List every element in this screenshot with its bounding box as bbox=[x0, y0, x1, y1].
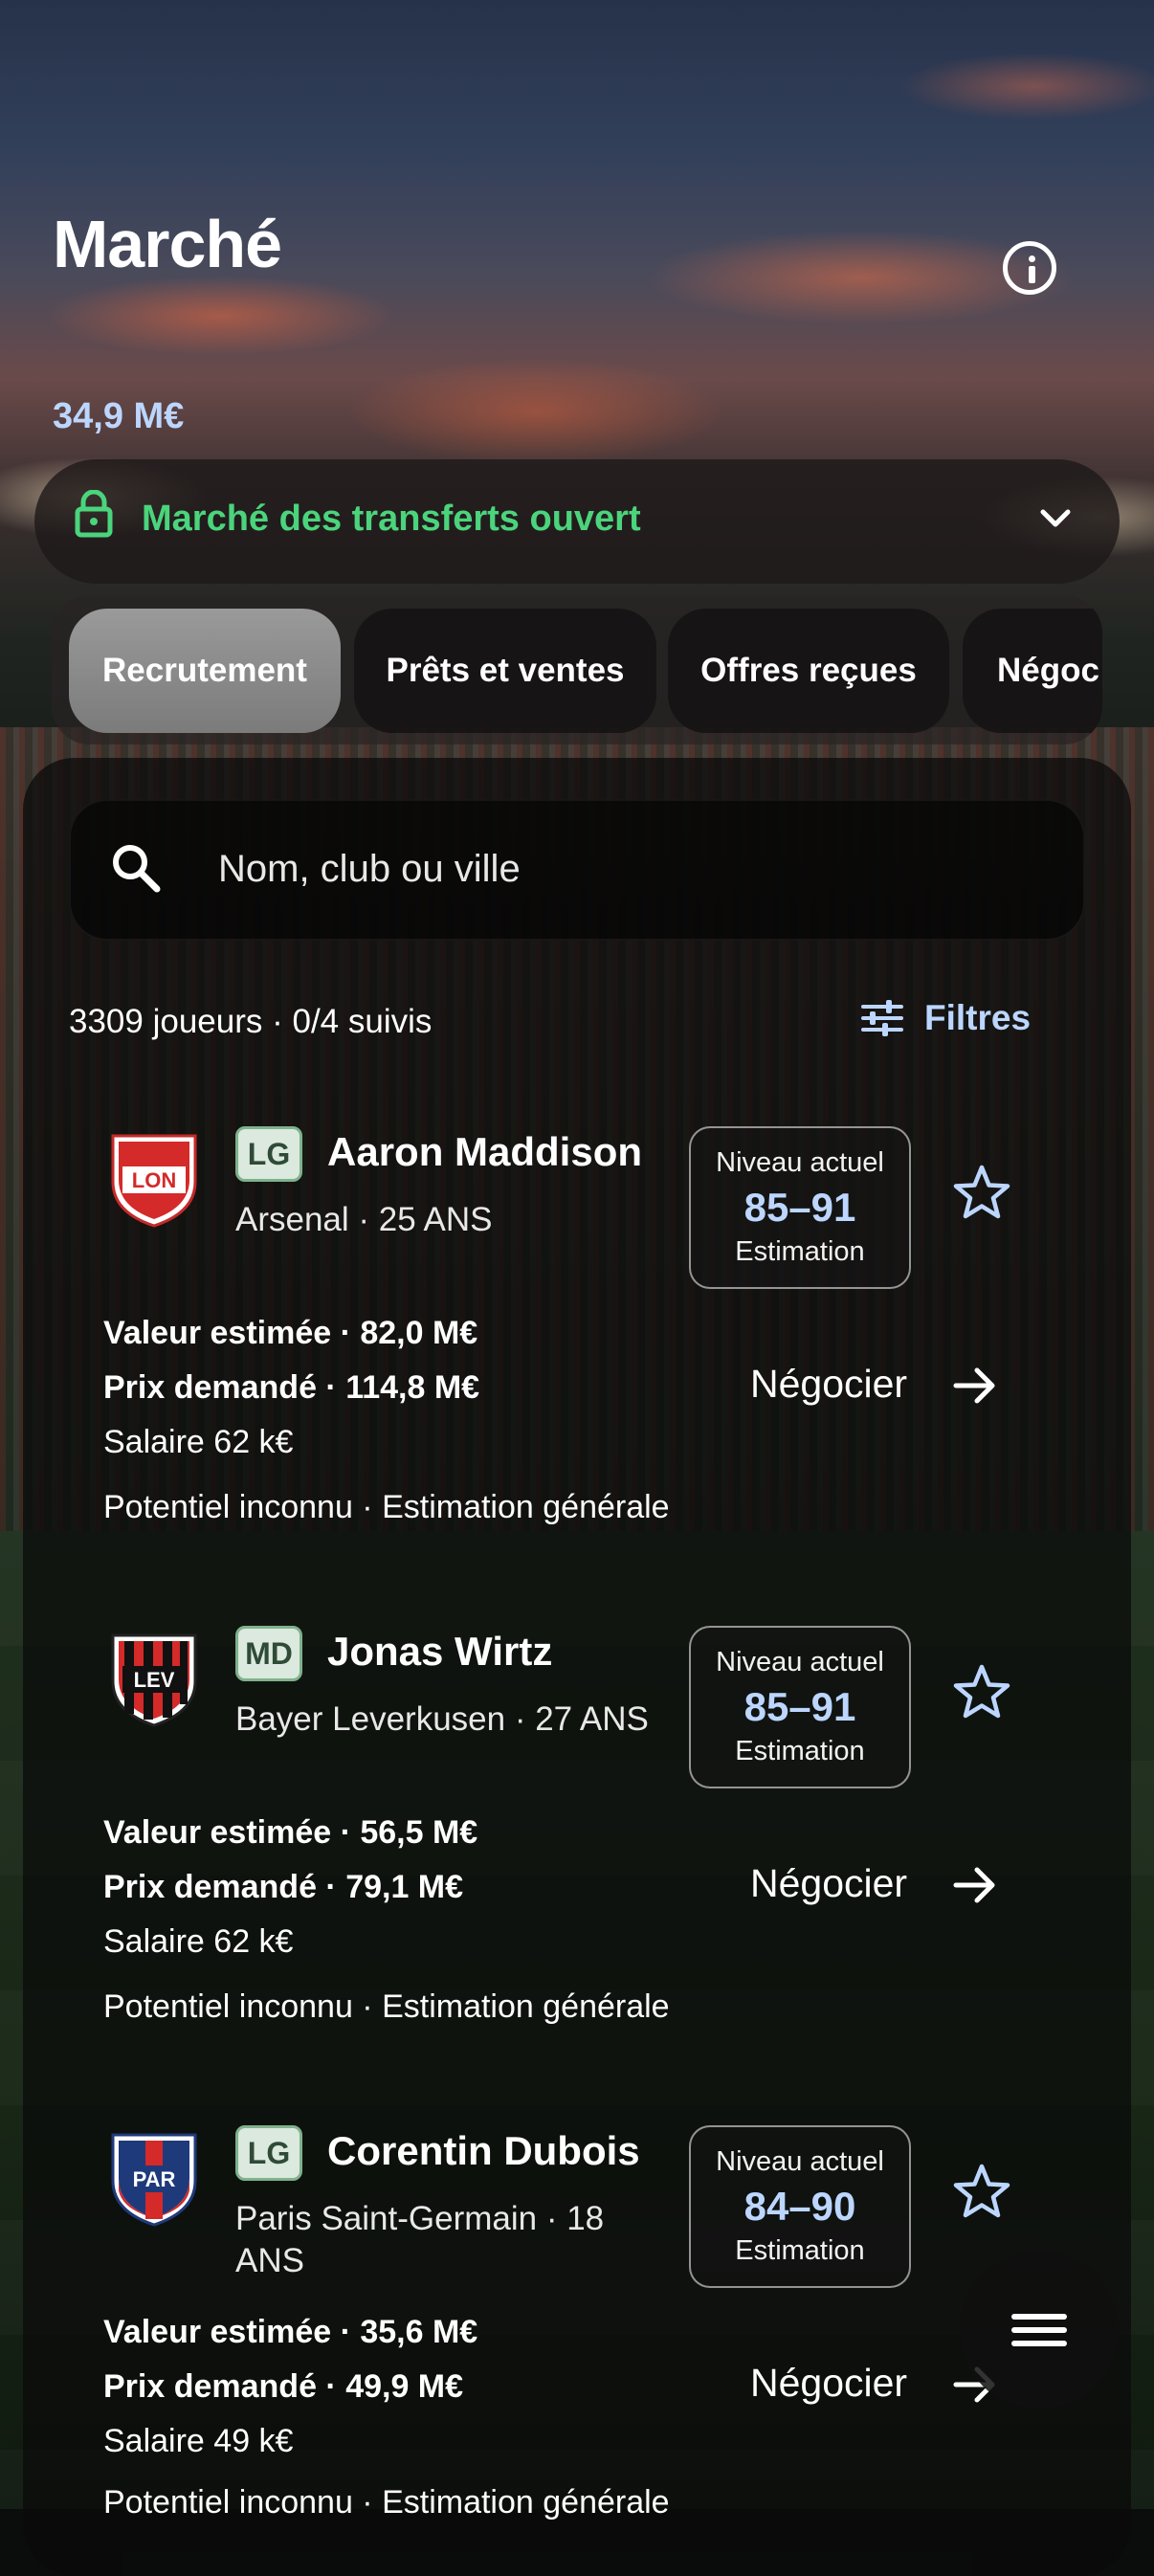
svg-text:LON: LON bbox=[132, 1168, 176, 1192]
player-count: 3309 joueurs · 0/4 suivis bbox=[69, 1003, 433, 1040]
arrow-right-icon[interactable] bbox=[952, 1366, 998, 1405]
club-crest-icon: PAR bbox=[111, 2133, 197, 2227]
position-badge: MD bbox=[235, 1626, 302, 1681]
salary: Salaire 62 k€ bbox=[103, 1923, 294, 1960]
level-title: Niveau actuel bbox=[716, 1147, 884, 1178]
svg-text:PAR: PAR bbox=[133, 2167, 176, 2191]
club-crest-icon: LON bbox=[111, 1134, 197, 1228]
market-status-label: Marché des transferts ouvert bbox=[142, 499, 641, 539]
level-range: 85–91 bbox=[743, 1185, 856, 1230]
negotiate-button[interactable]: Négocier bbox=[750, 1362, 907, 1407]
star-icon[interactable] bbox=[951, 1662, 1012, 1723]
sliders-icon bbox=[861, 1000, 903, 1036]
potential: Potentiel inconnu · Estimation générale bbox=[103, 1988, 670, 2025]
position-badge: LG bbox=[235, 2125, 302, 2181]
page-title: Marché bbox=[53, 207, 282, 281]
chevron-down-icon[interactable] bbox=[1038, 507, 1073, 530]
club-crest-icon: LEV bbox=[111, 1633, 197, 1727]
player-club-age: Arsenal · 25 ANS bbox=[235, 1201, 493, 1238]
level-range: 85–91 bbox=[743, 1684, 856, 1729]
search-icon bbox=[113, 845, 161, 893]
lock-open-icon bbox=[75, 490, 113, 538]
level-box: Niveau actuel 85–91 Estimation bbox=[689, 1126, 911, 1289]
hamburger-menu-icon[interactable] bbox=[960, 2251, 1119, 2409]
player-name: Corentin Dubois bbox=[327, 2128, 640, 2173]
player-name: Aaron Maddison bbox=[327, 1129, 643, 1174]
potential: Potentiel inconnu · Estimation générale bbox=[103, 2484, 670, 2520]
star-icon[interactable] bbox=[951, 1163, 1012, 1224]
level-note: Estimation bbox=[735, 1736, 865, 1766]
player-club-age: Paris Saint-Germain · 18 ANS bbox=[235, 2200, 605, 2279]
budget-value: 34,9 M€ bbox=[53, 396, 185, 436]
level-box: Niveau actuel 84–90 Estimation bbox=[689, 2125, 911, 2288]
level-range: 84–90 bbox=[743, 2184, 856, 2229]
negotiate-button[interactable]: Négocier bbox=[750, 2361, 907, 2406]
estimated-value: Valeur estimée · 56,5 M€ bbox=[103, 1814, 478, 1851]
position-badge: LG bbox=[235, 1126, 302, 1182]
asking-price: Prix demandé · 49,9 M€ bbox=[103, 2368, 464, 2405]
player-club-age: Bayer Leverkusen · 27 ANS bbox=[235, 1700, 649, 1738]
filters-button[interactable]: Filtres bbox=[861, 998, 1031, 1038]
negotiate-button[interactable]: Négocier bbox=[750, 1861, 907, 1906]
level-note: Estimation bbox=[735, 2235, 865, 2266]
search-input[interactable] bbox=[218, 842, 1041, 896]
tab-negociations[interactable]: Négoc bbox=[963, 609, 1102, 733]
tab-offres-recues[interactable]: Offres reçues bbox=[668, 609, 949, 733]
estimated-value: Valeur estimée · 35,6 M€ bbox=[103, 2314, 478, 2350]
level-title: Niveau actuel bbox=[716, 2146, 884, 2177]
info-icon[interactable] bbox=[1003, 241, 1056, 295]
asking-price: Prix demandé · 114,8 M€ bbox=[103, 1369, 480, 1406]
market-tabs: Recrutement Prêts et ventes Offres reçue… bbox=[52, 595, 1102, 744]
tab-prets-et-ventes[interactable]: Prêts et ventes bbox=[354, 609, 656, 733]
estimated-value: Valeur estimée · 82,0 M€ bbox=[103, 1315, 478, 1351]
svg-text:LEV: LEV bbox=[134, 1668, 175, 1692]
level-box: Niveau actuel 85–91 Estimation bbox=[689, 1626, 911, 1788]
player-name: Jonas Wirtz bbox=[327, 1629, 553, 1674]
asking-price: Prix demandé · 79,1 M€ bbox=[103, 1869, 464, 1905]
level-title: Niveau actuel bbox=[716, 1647, 884, 1677]
arrow-right-icon[interactable] bbox=[952, 1866, 998, 1904]
level-note: Estimation bbox=[735, 1236, 865, 1267]
salary: Salaire 49 k€ bbox=[103, 2423, 294, 2459]
star-icon[interactable] bbox=[951, 2162, 1012, 2223]
potential: Potentiel inconnu · Estimation générale bbox=[103, 1489, 670, 1525]
tab-recrutement[interactable]: Recrutement bbox=[69, 609, 341, 733]
salary: Salaire 62 k€ bbox=[103, 1424, 294, 1460]
